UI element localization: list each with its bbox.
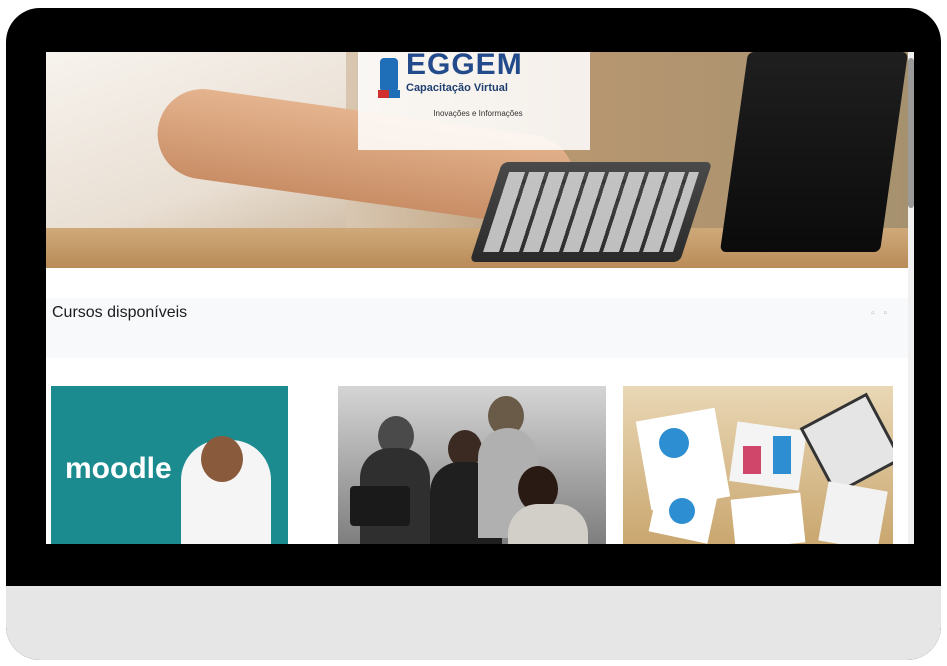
monitor-frame: EGGEM Capacitação Virtual Inovações e In… (6, 8, 941, 660)
scrollbar[interactable] (908, 52, 914, 544)
monitor-stand-panel (6, 586, 941, 660)
moodle-logo-text: moodle (65, 452, 172, 485)
hero-keyboard (469, 162, 713, 262)
logo-subtitle: Capacitação Virtual (406, 82, 508, 94)
logo-title: EGGEM (406, 52, 523, 81)
course-card-1[interactable]: moodle (51, 386, 288, 544)
section-title: Cursos disponíveis (52, 304, 188, 321)
browser-viewport: EGGEM Capacitação Virtual Inovações e In… (46, 52, 914, 544)
logo-icon (378, 58, 400, 98)
available-courses-header: Cursos disponíveis ▫ ▫ (46, 298, 908, 358)
logo-tagline: Inovações e Informações (433, 109, 523, 118)
scrollbar-thumb[interactable] (908, 58, 914, 208)
moodle-person-head (201, 436, 243, 482)
course-card-3[interactable] (623, 386, 893, 544)
team-meeting-image (338, 386, 606, 544)
course-card-2[interactable] (338, 386, 606, 544)
view-toggle-icon[interactable]: ▫ ▫ (871, 308, 890, 319)
site-logo[interactable]: EGGEM Capacitação Virtual Inovações e In… (358, 52, 590, 150)
hero-banner: EGGEM Capacitação Virtual Inovações e In… (46, 52, 914, 268)
hero-monitor (719, 52, 909, 252)
